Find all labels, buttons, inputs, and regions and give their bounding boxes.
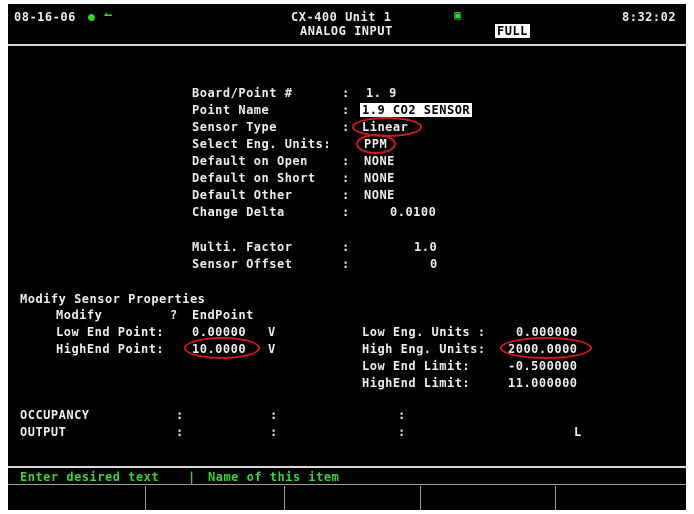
output-colon-2: : — [270, 425, 278, 439]
modify-value[interactable]: EndPoint — [192, 308, 254, 322]
multi-factor-label: Multi. Factor — [192, 240, 293, 254]
occupancy-colon-2: : — [270, 408, 278, 422]
sensor-type-sep: : — [342, 120, 350, 134]
sensor-type-highlight — [352, 117, 422, 137]
multi-factor-value[interactable]: 1.0 — [414, 240, 437, 254]
network-icon: ↼ — [104, 7, 113, 23]
function-key-1[interactable] — [8, 486, 145, 510]
default-open-label: Default on Open — [192, 154, 308, 168]
multi-factor-sep: : — [342, 240, 350, 254]
low-end-limit-label: Low End Limit: — [362, 359, 471, 373]
status-led-icon — [88, 14, 95, 21]
sensor-type-label: Sensor Type — [192, 120, 277, 134]
status-divider — [8, 466, 686, 468]
low-end-point-unit: V — [268, 325, 276, 339]
low-end-limit-value[interactable]: -0.500000 — [508, 359, 578, 373]
high-end-limit-value[interactable]: 11.000000 — [508, 376, 578, 390]
board-point-sep: : — [342, 86, 350, 100]
default-open-sep: : — [342, 154, 350, 168]
output-colon-1: : — [176, 425, 184, 439]
sensor-offset-sep: : — [342, 257, 350, 271]
modify-label: Modify — [56, 308, 103, 322]
output-colon-3: : — [398, 425, 406, 439]
function-key-strip — [8, 482, 686, 510]
header-divider — [8, 44, 686, 46]
default-short-value[interactable]: NONE — [364, 171, 395, 185]
occupancy-label: OCCUPANCY — [20, 408, 90, 422]
low-end-point-label: Low End Point: — [56, 325, 165, 339]
default-other-value[interactable]: NONE — [364, 188, 395, 202]
default-other-sep: : — [342, 188, 350, 202]
function-key-3[interactable] — [284, 486, 421, 510]
occupancy-colon-3: : — [398, 408, 406, 422]
sensor-offset-value[interactable]: 0 — [430, 257, 438, 271]
change-delta-sep: : — [342, 205, 350, 219]
screen-title: ANALOG INPUT — [300, 24, 393, 38]
date-display: 08-16-06 — [14, 10, 76, 24]
output-value[interactable]: L — [574, 425, 582, 439]
properties-heading: Modify Sensor Properties — [20, 292, 206, 306]
high-end-point-unit: V — [268, 342, 276, 356]
function-key-4[interactable] — [420, 486, 556, 510]
function-key-2[interactable] — [145, 486, 285, 510]
output-label: OUTPUT — [20, 425, 67, 439]
eng-units-label: Select Eng. Units: — [192, 137, 332, 151]
header-bar: 08-16-06 ↼ CX-400 Unit 1 ANALOG INPUT ▣ … — [8, 4, 686, 44]
high-eng-units-label: High Eng. Units: — [362, 342, 486, 356]
change-delta-value[interactable]: 0.0100 — [390, 205, 436, 219]
high-end-limit-label: HighEnd Limit: — [362, 376, 471, 390]
high-end-point-highlight — [184, 337, 260, 359]
point-name-input[interactable]: 1.9 CO2 SENSOR — [360, 103, 473, 117]
default-other-label: Default Other — [192, 188, 293, 202]
mode-badge[interactable]: FULL — [495, 24, 530, 38]
change-delta-label: Change Delta — [192, 205, 285, 219]
default-short-label: Default on Short — [192, 171, 316, 185]
eng-units-highlight — [356, 134, 396, 154]
modify-question: ? — [170, 308, 178, 322]
terminal-screen: 08-16-06 ↼ CX-400 Unit 1 ANALOG INPUT ▣ … — [8, 4, 686, 510]
sensor-offset-label: Sensor Offset — [192, 257, 293, 271]
default-open-value[interactable]: NONE — [364, 154, 395, 168]
high-eng-units-highlight — [500, 337, 592, 359]
point-name-sep: : — [342, 103, 350, 117]
device-name: CX-400 Unit 1 — [291, 10, 392, 24]
low-eng-units-label: Low Eng. Units : — [362, 325, 486, 339]
board-point-label: Board/Point # — [192, 86, 293, 100]
occupancy-colon-1: : — [176, 408, 184, 422]
lock-icon: ▣ — [454, 8, 462, 22]
point-name-label: Point Name — [192, 103, 270, 117]
time-display: 8:32:02 — [622, 10, 677, 24]
default-short-sep: : — [342, 171, 350, 185]
board-point-value[interactable]: 1. 9 — [366, 86, 397, 100]
high-end-point-label: HighEnd Point: — [56, 342, 165, 356]
function-key-5[interactable] — [555, 486, 686, 510]
